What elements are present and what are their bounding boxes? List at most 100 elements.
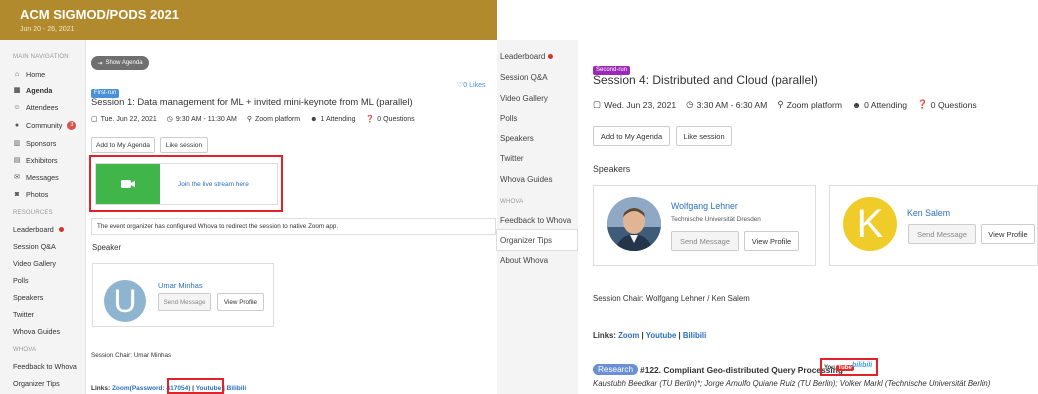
- attending-count: 0 Attending: [864, 99, 908, 110]
- expand-icon: ⇥: [97, 60, 103, 67]
- sidebar-item-leaderboard[interactable]: Leaderboard: [500, 52, 554, 61]
- sidebar-item-label: Agenda: [26, 85, 53, 95]
- calendar-icon: ▦: [13, 87, 21, 94]
- speaker-name[interactable]: Wolfgang Lehner: [671, 201, 738, 211]
- location-pin-icon: ⚲: [246, 116, 253, 123]
- speaker-name[interactable]: Umar Minhas: [158, 281, 203, 290]
- likes-count: 0 Likes: [463, 82, 486, 89]
- sidebar-item-speakers[interactable]: Speakers: [13, 290, 43, 304]
- sidebar-item-exhibitors[interactable]: ▤ Exhibitors: [13, 153, 58, 167]
- session-meta: ▢ Wed. Jun 23, 2021 ◷ 3:30 AM - 6:30 AM ⚲ Z…: [593, 99, 977, 110]
- sidebar-item-organizer-tips[interactable]: Organizer Tips: [13, 376, 60, 390]
- sidebar-item-home[interactable]: ⌂ Home: [13, 67, 45, 81]
- sidebar-item-polls[interactable]: Polls: [500, 114, 517, 123]
- show-agenda-label: Show Agenda: [105, 60, 143, 66]
- question-icon: ❓: [917, 99, 928, 109]
- show-agenda-button[interactable]: ⇥ Show Agenda: [91, 56, 149, 70]
- sidebar-item-label: Speakers: [13, 292, 44, 302]
- sidebar-item-sponsors[interactable]: ▥ Sponsors: [13, 136, 57, 150]
- session-location: Zoom platform: [255, 115, 301, 123]
- sidebar-item-agenda[interactable]: ▦ Agenda: [13, 83, 53, 97]
- session-links: Links: Zoom | Youtube | Bilibili: [593, 331, 707, 340]
- session-chair: Session Chair: Wolfgang Lehner / Ken Sal…: [593, 294, 750, 303]
- sidebar-item-feedback[interactable]: Feedback to Whova: [13, 359, 77, 373]
- like-session-button[interactable]: Like session: [676, 126, 732, 146]
- sidebar-item-label: Polls: [13, 275, 29, 285]
- sidebar-item-label: Feedback to Whova: [13, 361, 77, 371]
- exhibitor-icon: ▤: [13, 157, 21, 164]
- conference-dates: Jun 20 - 26, 2021: [20, 26, 75, 33]
- conference-title: ACM SIGMOD/PODS 2021: [20, 7, 179, 22]
- speaker-heading: Speaker: [92, 243, 122, 252]
- location-pin-icon: ⚲: [777, 99, 784, 109]
- questions-count: 0 Questions: [377, 115, 415, 123]
- sidebar-item-label: Sponsors: [26, 138, 57, 148]
- session-title: Session 1: Data management for ML + invi…: [91, 96, 413, 107]
- session-time: 9:30 AM - 11:30 AM: [175, 115, 237, 123]
- sidebar-item-session-qa[interactable]: Session Q&A: [13, 239, 56, 253]
- left-sidebar: MAIN NAVIGATION ⌂ Home ▦ Agenda ☺ Attend…: [0, 40, 86, 394]
- sidebar-item-label: Leaderboard: [13, 224, 54, 234]
- session-date: Tue. Jun 22, 2021: [100, 115, 157, 123]
- speaker-name[interactable]: Ken Salem: [907, 208, 950, 218]
- sidebar-item-twitter[interactable]: Twitter: [500, 154, 524, 163]
- add-to-agenda-button[interactable]: Add to My Agenda: [91, 137, 155, 153]
- session-time: 3:30 AM - 6:30 AM: [696, 99, 768, 110]
- attending-count: 1 Attending: [320, 115, 356, 123]
- sidebar-item-video-gallery[interactable]: Video Gallery: [500, 94, 548, 103]
- sidebar-item-label: Messages: [26, 172, 59, 182]
- paper-entry: Research #122. Compliant Geo-distributed…: [593, 364, 843, 375]
- paper-title: #122. Compliant Geo-distributed Query Pr…: [640, 364, 843, 375]
- sidebar-item-whova-guides[interactable]: Whova Guides: [500, 175, 552, 184]
- like-session-button[interactable]: Like session: [160, 137, 208, 153]
- sidebar-item-photos[interactable]: ◙ Photos: [13, 187, 49, 201]
- sidebar-item-organizer-tips[interactable]: Organizer Tips: [500, 236, 552, 245]
- notification-dot-icon: [58, 226, 64, 232]
- youtube-link[interactable]: Youtube: [646, 331, 677, 340]
- people-icon: ☺: [13, 103, 21, 111]
- view-profile-button[interactable]: View Profile: [217, 293, 264, 311]
- sidebar-item-feedback[interactable]: Feedback to Whova: [500, 216, 571, 225]
- send-message-button[interactable]: Send Message: [908, 224, 976, 244]
- sidebar-item-whova-guides[interactable]: Whova Guides: [13, 324, 60, 338]
- notification-dot-icon: [548, 54, 554, 59]
- bilibili-link[interactable]: Bilibili: [683, 331, 706, 340]
- likes-link[interactable]: ♡0 Likes: [457, 81, 485, 89]
- attendee-icon: ☻: [852, 99, 862, 110]
- envelope-icon: ✉: [14, 174, 20, 181]
- sidebar-item-label: Twitter: [13, 309, 35, 319]
- avatar[interactable]: U: [104, 280, 146, 322]
- sidebar-item-about-whova[interactable]: About Whova: [500, 256, 548, 265]
- speaker-affiliation: Technische Universität Dresden: [671, 216, 761, 223]
- zoom-link[interactable]: Zoom: [112, 385, 130, 392]
- zoom-link[interactable]: Zoom: [618, 331, 639, 340]
- send-message-button[interactable]: Send Message: [671, 231, 739, 251]
- sidebar-item-label: Exhibitors: [26, 155, 58, 165]
- screenshot-root: ACM SIGMOD/PODS 2021 Jun 20 - 26, 2021 M…: [0, 0, 1038, 394]
- attendee-icon: ☻: [310, 115, 318, 123]
- sidebar-item-speakers[interactable]: Speakers: [500, 134, 534, 143]
- sidebar-item-messages[interactable]: ✉ Messages: [13, 170, 59, 184]
- bilibili-link[interactable]: Bilibili: [227, 385, 247, 392]
- whova-heading: WHOVA: [13, 347, 37, 353]
- sidebar-item-community[interactable]: ● Community 3: [13, 118, 77, 132]
- add-to-agenda-button[interactable]: Add to My Agenda: [593, 126, 670, 146]
- sidebar-item-video-gallery[interactable]: Video Gallery: [13, 256, 56, 270]
- sidebar-item-label: Community: [26, 120, 63, 130]
- send-message-button[interactable]: Send Message: [158, 293, 211, 311]
- speaker-photo[interactable]: [607, 197, 661, 251]
- view-profile-button[interactable]: View Profile: [981, 224, 1035, 244]
- sidebar-item-attendees[interactable]: ☺ Attendees: [13, 100, 58, 114]
- sidebar-item-session-qa[interactable]: Session Q&A: [500, 73, 548, 82]
- sidebar-item-polls[interactable]: Polls: [13, 273, 29, 287]
- sidebar-item-label: Leaderboard: [500, 52, 546, 61]
- highlight-box: [167, 378, 224, 394]
- whova-heading: WHOVA: [500, 198, 524, 205]
- clock-icon: ◷: [166, 116, 173, 123]
- sidebar-item-twitter[interactable]: Twitter: [13, 307, 34, 321]
- main-navigation-heading: MAIN NAVIGATION: [13, 54, 69, 60]
- avatar[interactable]: K: [843, 197, 897, 251]
- sidebar-item-label: Session Q&A: [13, 241, 56, 251]
- view-profile-button[interactable]: View Profile: [744, 231, 799, 251]
- sidebar-item-leaderboard[interactable]: Leaderboard: [13, 222, 64, 236]
